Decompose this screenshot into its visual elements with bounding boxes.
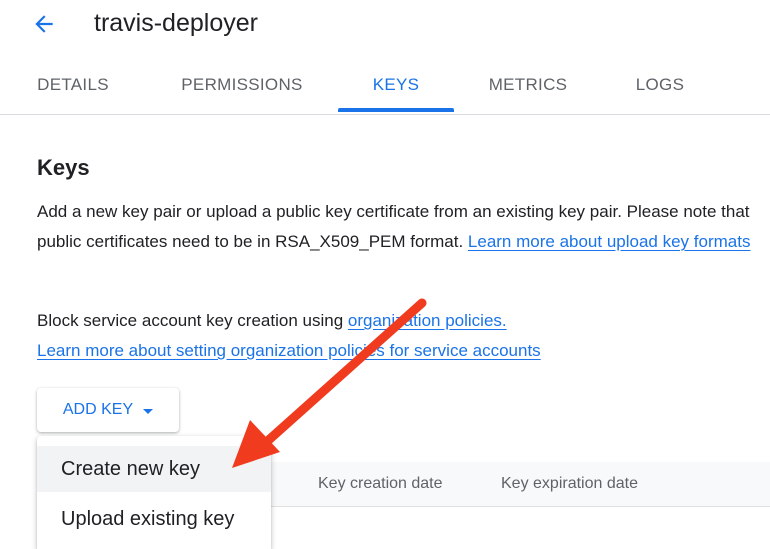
add-key-menu: Create new key Upload existing key	[37, 436, 271, 549]
org-policy-note: Block service account key creation using…	[37, 306, 752, 366]
page-title: travis-deployer	[94, 9, 258, 37]
page: travis-deployer DETAILS PERMISSIONS KEYS…	[0, 0, 770, 549]
tab-keys[interactable]: KEYS	[338, 56, 454, 114]
caret-down-icon	[143, 408, 154, 414]
learn-org-policies-link[interactable]: Learn more about setting organization po…	[37, 341, 541, 360]
keys-description: Add a new key pair or upload a public ke…	[37, 197, 752, 257]
arrow-back-icon	[35, 15, 53, 33]
tab-metrics[interactable]: METRICS	[474, 56, 582, 114]
column-key-expiration-date[interactable]: Key expiration date	[501, 462, 638, 506]
tab-bar: DETAILS PERMISSIONS KEYS METRICS LOGS	[0, 56, 770, 115]
add-key-label: ADD KEY	[62, 401, 134, 418]
section-title: Keys	[37, 155, 90, 180]
add-key-button[interactable]: ADD KEY	[37, 388, 179, 432]
back-button[interactable]	[26, 8, 62, 40]
column-key-creation-date[interactable]: Key creation date	[318, 462, 443, 506]
block-creation-text: Block service account key creation using	[37, 311, 348, 330]
menu-item-upload-existing-key[interactable]: Upload existing key	[37, 496, 271, 542]
tab-details[interactable]: DETAILS	[20, 56, 126, 114]
tab-permissions[interactable]: PERMISSIONS	[165, 56, 319, 114]
tab-logs[interactable]: LOGS	[614, 56, 706, 114]
menu-item-create-new-key[interactable]: Create new key	[37, 446, 271, 492]
active-tab-indicator	[338, 108, 454, 112]
page-header: travis-deployer	[0, 0, 770, 52]
organization-policies-link[interactable]: organization policies.	[348, 311, 507, 330]
learn-key-formats-link[interactable]: Learn more about upload key formats	[468, 232, 751, 251]
